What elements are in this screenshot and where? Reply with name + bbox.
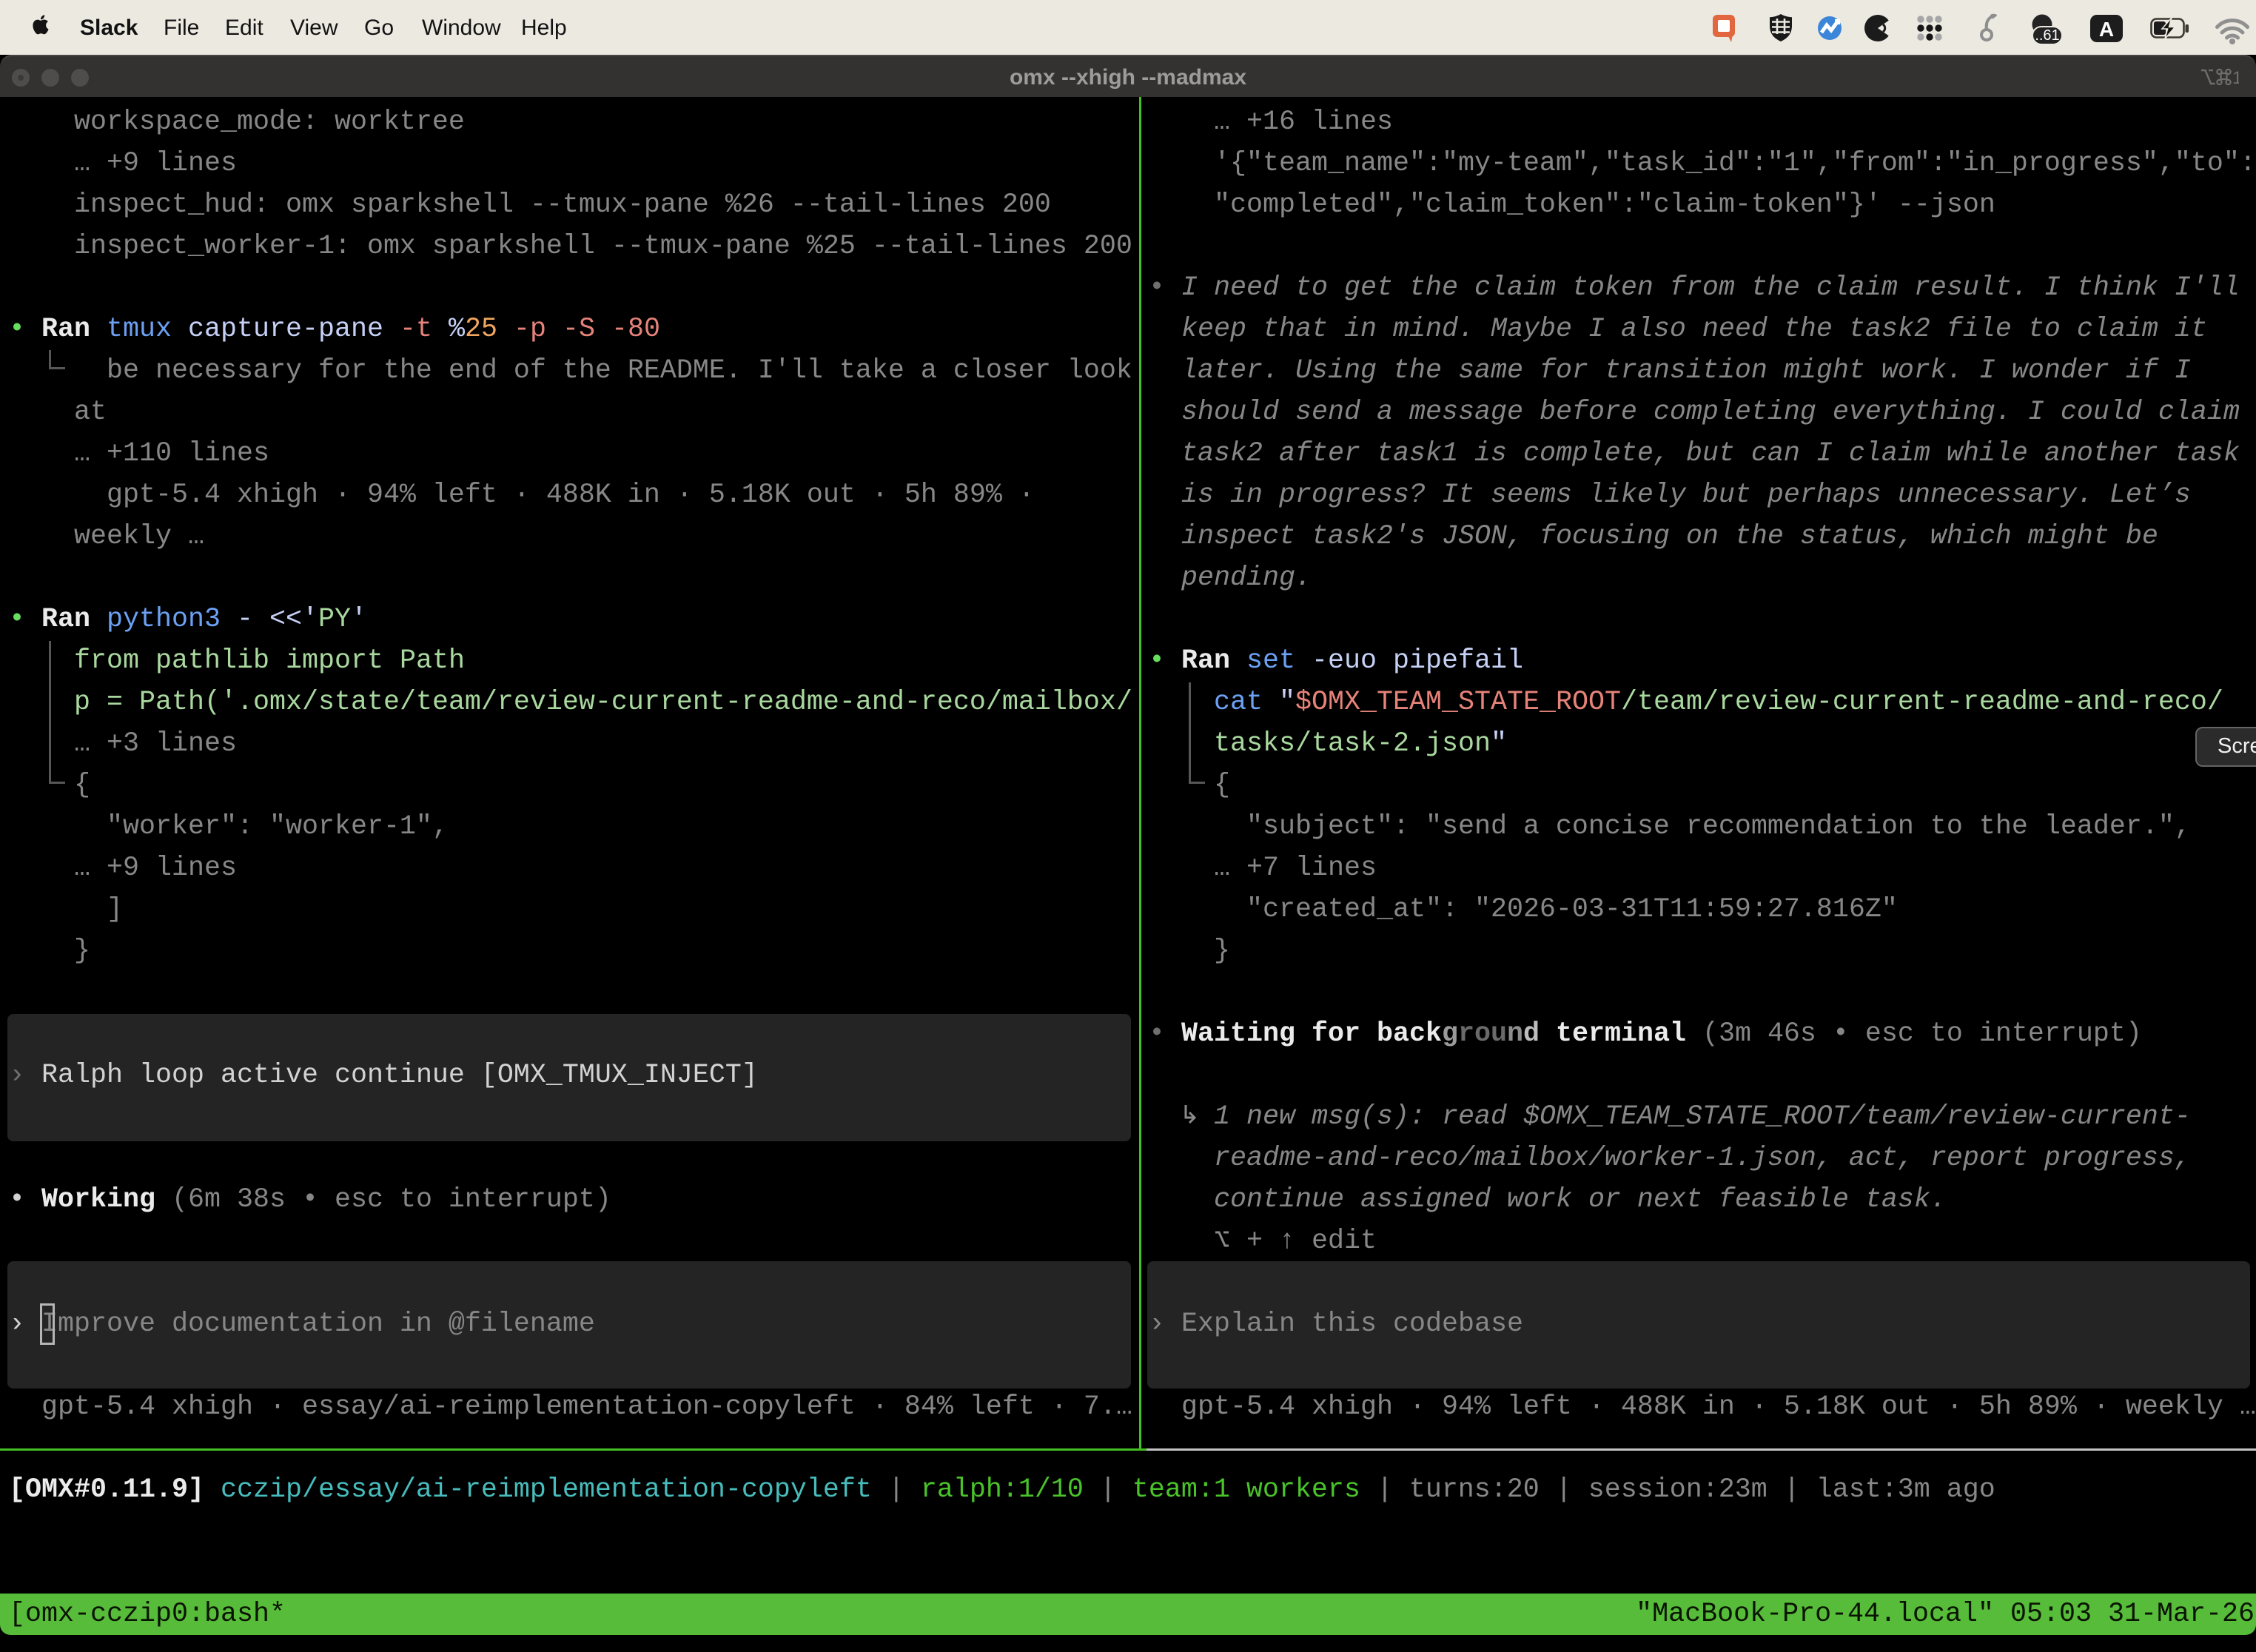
- svg-text:..61: ..61: [2035, 27, 2059, 44]
- svg-text:A: A: [2099, 18, 2114, 41]
- svg-text:1: 1: [2232, 68, 2239, 86]
